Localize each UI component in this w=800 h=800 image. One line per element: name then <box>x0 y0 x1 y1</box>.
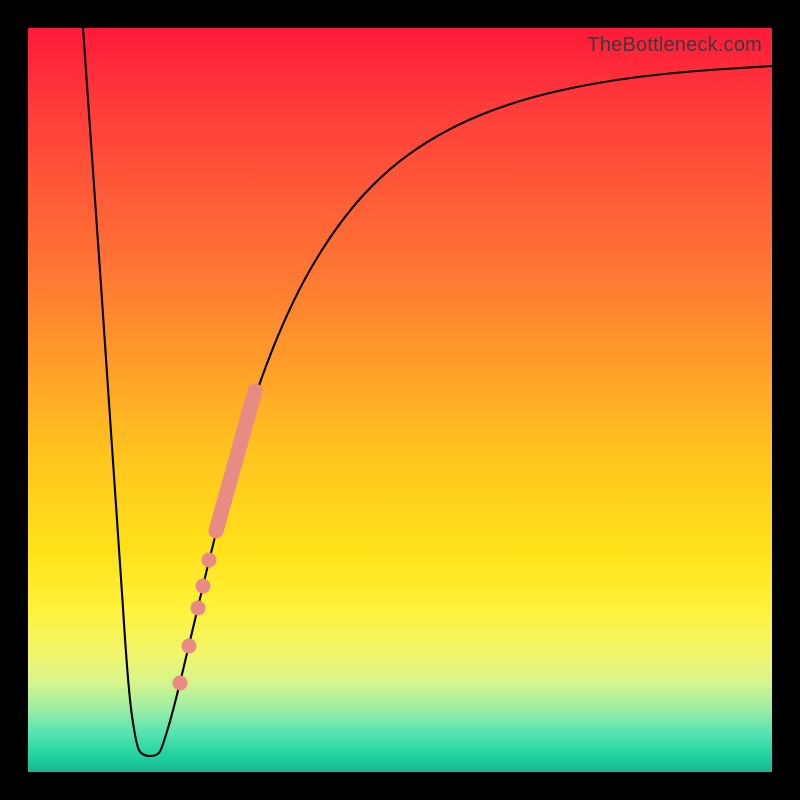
highlight-dot <box>182 639 197 654</box>
highlight-dot <box>191 601 206 616</box>
chart-frame: TheBottleneck.com <box>0 0 800 800</box>
plot-area: TheBottleneck.com <box>28 28 772 772</box>
highlight-dot <box>202 553 217 568</box>
curve-svg <box>28 28 772 772</box>
highlight-dot <box>196 579 211 594</box>
highlight-dot <box>173 676 188 691</box>
highlight-band <box>216 391 255 531</box>
